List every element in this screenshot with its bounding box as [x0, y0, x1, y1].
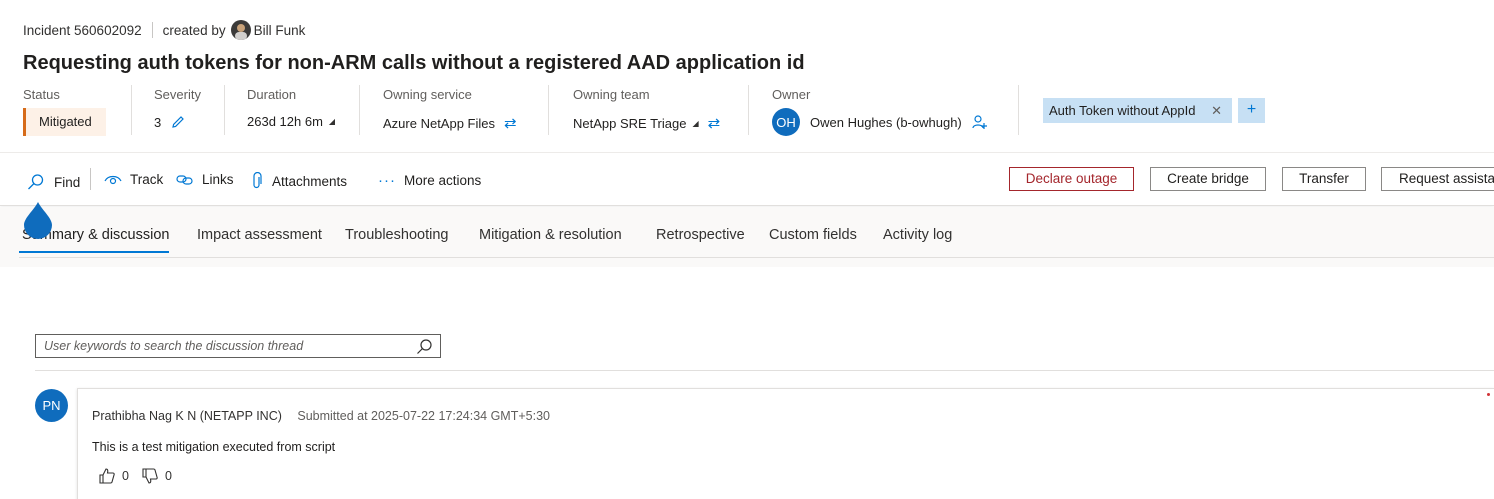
- tag-chip[interactable]: Auth Token without AppId ✕: [1043, 98, 1232, 123]
- owner-label: Owner: [772, 87, 811, 102]
- discussion-search: [35, 334, 441, 358]
- edit-icon[interactable]: [170, 114, 186, 130]
- transfer-arrows-icon[interactable]: ⇄: [708, 114, 721, 132]
- more-actions-label: More actions: [404, 173, 482, 188]
- create-bridge-button[interactable]: Create bridge: [1150, 167, 1266, 191]
- owning-service-label: Owning service: [383, 87, 472, 102]
- track-button[interactable]: Track: [104, 172, 163, 187]
- entry-timestamp: Submitted at 2025-07-22 17:24:34 GMT+5:3…: [297, 409, 550, 423]
- divider: [19, 257, 1494, 258]
- incident-header: Incident 560602092 created by Bill Funk …: [0, 0, 1494, 153]
- tab-troubleshooting[interactable]: Troubleshooting: [345, 227, 448, 243]
- created-by-label: created by: [162, 22, 226, 38]
- owning-team-label: Owning team: [573, 87, 650, 102]
- discussion-entry: Prathibha Nag K N (NETAPP INC) Submitted…: [77, 388, 1494, 499]
- status-label: Status: [23, 87, 60, 102]
- divider: [90, 168, 91, 190]
- search-icon[interactable]: [416, 338, 433, 358]
- discussion-panel: PN Prathibha Nag K N (NETAPP INC) Submit…: [19, 268, 1494, 499]
- entry-meta: Prathibha Nag K N (NETAPP INC) Submitted…: [92, 409, 550, 423]
- status-badge[interactable]: Mitigated: [23, 108, 106, 136]
- add-tag-button[interactable]: +: [1238, 98, 1265, 123]
- attachments-label: Attachments: [272, 173, 348, 189]
- duration-field: Duration 263d 12h 6m ◢: [247, 84, 357, 136]
- page-title: Requesting auth tokens for non-ARM calls…: [23, 52, 805, 74]
- dropdown-triangle-icon[interactable]: ◢: [329, 117, 335, 126]
- avatar: PN: [35, 389, 68, 422]
- search-icon: [26, 172, 46, 192]
- close-icon[interactable]: ✕: [1211, 98, 1222, 123]
- owning-service-value: Azure NetApp Files: [383, 115, 495, 131]
- entry-author[interactable]: Prathibha Nag K N (NETAPP INC): [92, 409, 282, 423]
- owning-service-field: Owning service Azure NetApp Files ⇄: [383, 84, 543, 136]
- more-actions-button[interactable]: ··· More actions: [378, 172, 481, 189]
- transfer-button[interactable]: Transfer: [1282, 167, 1366, 191]
- divider: [224, 85, 225, 135]
- tab-impact-assessment[interactable]: Impact assessment: [197, 227, 322, 243]
- tab-custom-fields[interactable]: Custom fields: [769, 227, 857, 243]
- cursor-drop-indicator: [22, 200, 54, 240]
- likes-count: 0: [122, 469, 129, 483]
- tab-mitigation-resolution[interactable]: Mitigation & resolution: [479, 227, 622, 243]
- request-assistance-button[interactable]: Request assistan: [1381, 167, 1494, 191]
- divider: [548, 85, 549, 135]
- incident-fields: Status Mitigated Severity 3 Duration 263…: [0, 84, 1494, 140]
- owning-team-field: Owning team NetApp SRE Triage ◢ ⇄: [573, 84, 743, 136]
- reassign-owner-icon[interactable]: [971, 113, 989, 131]
- severity-field: Severity 3: [154, 84, 224, 136]
- owner-avatar: OH: [772, 108, 800, 136]
- unread-indicator: [1487, 393, 1490, 396]
- entry-reactions: 0 0: [98, 467, 184, 485]
- owning-team-value: NetApp SRE Triage: [573, 115, 687, 131]
- tag-label: Auth Token without AppId: [1049, 103, 1196, 118]
- incident-breadcrumb: Incident 560602092 created by Bill Funk: [23, 20, 305, 40]
- divider: [151, 22, 153, 38]
- command-bar: Find Track Links Attachments ··· More ac…: [0, 154, 1494, 206]
- eye-icon: [104, 173, 122, 187]
- thumbs-down-icon[interactable]: [141, 467, 159, 485]
- duration-label: Duration: [247, 87, 297, 102]
- severity-value: 3: [154, 114, 162, 130]
- links-label: Links: [202, 172, 234, 187]
- tab-bar: Summary & discussion Impact assessment T…: [0, 207, 1494, 267]
- tab-retrospective[interactable]: Retrospective: [656, 227, 745, 243]
- divider: [748, 85, 749, 135]
- duration-value: 263d 12h 6m: [247, 114, 323, 129]
- transfer-arrows-icon[interactable]: ⇄: [504, 114, 517, 132]
- owner-field: Owner OH Owen Hughes (b-owhugh): [772, 84, 1012, 136]
- active-tab-indicator: [19, 251, 169, 253]
- find-label: Find: [54, 174, 81, 190]
- find-button[interactable]: Find: [26, 172, 80, 192]
- attachments-button[interactable]: Attachments: [250, 172, 347, 190]
- declare-outage-button[interactable]: Declare outage: [1009, 167, 1134, 191]
- owner-name[interactable]: Owen Hughes (b-owhugh): [810, 115, 962, 130]
- tab-activity-log[interactable]: Activity log: [883, 227, 952, 243]
- thumbs-up-icon[interactable]: [98, 467, 116, 485]
- entry-text: This is a test mitigation executed from …: [92, 440, 336, 454]
- divider: [1018, 85, 1019, 135]
- more-icon: ···: [378, 172, 396, 189]
- dislikes-count: 0: [164, 469, 172, 483]
- creator-avatar: [230, 20, 251, 40]
- creator-name[interactable]: Bill Funk: [254, 23, 306, 38]
- severity-label: Severity: [154, 87, 201, 102]
- divider: [359, 85, 360, 135]
- dropdown-triangle-icon[interactable]: ◢: [692, 119, 698, 128]
- divider: [35, 370, 1494, 371]
- status-field[interactable]: Status Mitigated: [23, 84, 123, 136]
- links-button[interactable]: Links: [176, 172, 234, 187]
- incident-id: Incident 560602092: [23, 22, 142, 38]
- discussion-search-input[interactable]: [36, 335, 406, 357]
- paperclip-icon: [250, 172, 264, 190]
- track-label: Track: [130, 172, 164, 187]
- divider: [131, 85, 132, 135]
- link-icon: [176, 173, 194, 187]
